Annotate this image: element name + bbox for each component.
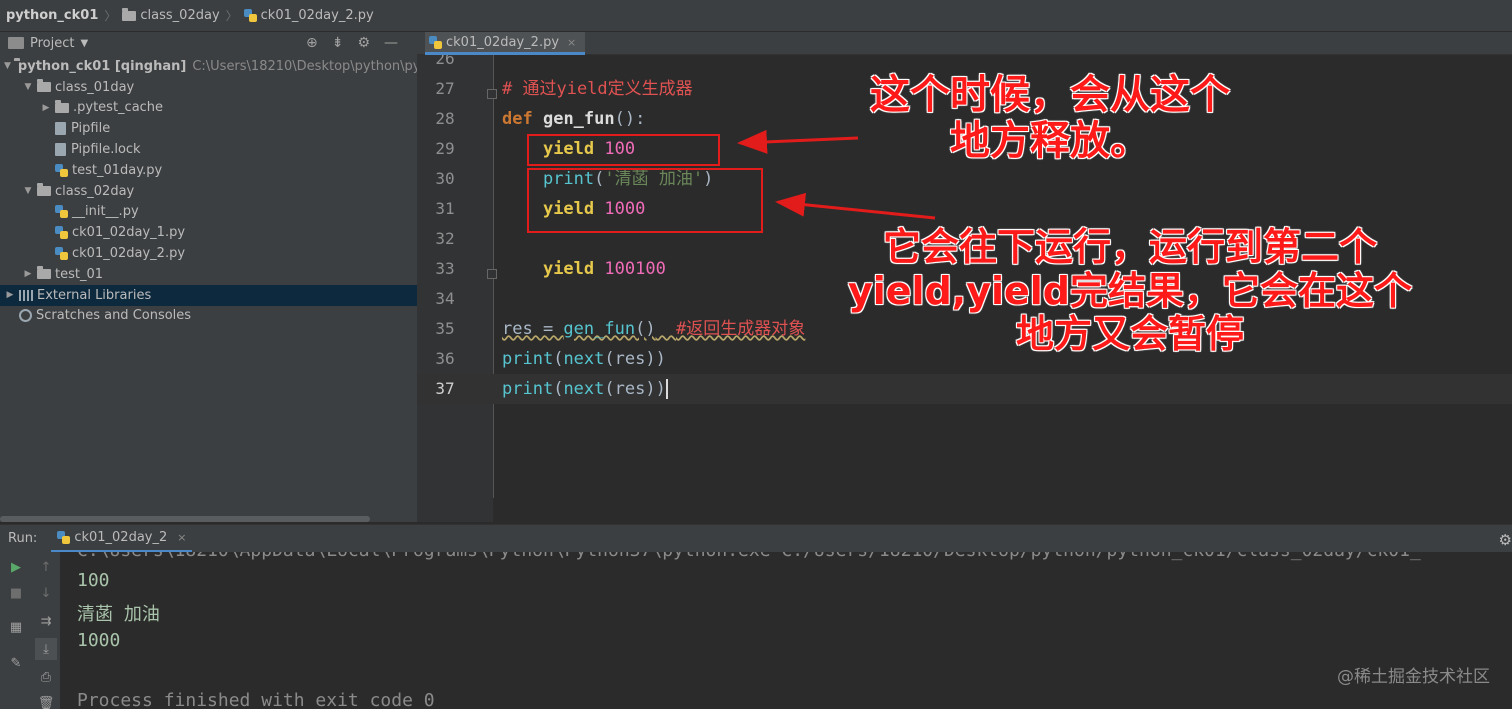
scroll-down-icon[interactable]: ↓: [35, 582, 57, 604]
close-icon[interactable]: ×: [177, 531, 186, 544]
console-line: Process finished with exit code 0: [77, 690, 435, 709]
soft-wrap-icon[interactable]: ⇉: [35, 610, 57, 632]
python-file-icon: [57, 530, 71, 544]
gear-icon[interactable]: ⚙: [1499, 531, 1512, 549]
console-line: 1000: [77, 630, 121, 651]
run-console[interactable]: @稀土掘金技术社区 C:\Users\18210\AppData\Local\P…: [60, 552, 1512, 709]
console-line: C:\Users\18210\AppData\Local\Programs\Py…: [77, 552, 1421, 561]
print-icon[interactable]: ⎙: [35, 666, 57, 688]
stop-icon[interactable]: ■: [5, 582, 27, 604]
run-tab[interactable]: ck01_02day_2 ×: [51, 525, 193, 553]
annotation-top: 这个时候，会从这个 地方释放。: [870, 72, 1230, 164]
run-toolbar: ▶ ↑ ■ ↓ ▦ ⇉ ⤓ ✎ ⎙ 🗑: [0, 552, 60, 709]
layout-icon[interactable]: ▦: [5, 616, 27, 638]
trash-icon[interactable]: 🗑: [35, 692, 57, 709]
watermark: @稀土掘金技术社区: [1337, 667, 1490, 687]
run-icon[interactable]: ▶: [5, 556, 27, 578]
console-line: 100: [77, 570, 110, 591]
run-panel-header: Run: ck01_02day_2 × ⚙: [0, 524, 1512, 553]
scroll-up-icon[interactable]: ↑: [35, 556, 57, 578]
scroll-to-end-icon[interactable]: ⤓: [35, 638, 57, 660]
annotation-bottom: 它会往下运行，运行到第二个 yield,yield完结果，它会在这个 地方又会暂…: [847, 225, 1413, 357]
pin-icon[interactable]: ✎: [5, 652, 27, 674]
run-label: Run:: [8, 531, 38, 546]
console-line: 清菡 加油: [77, 604, 160, 625]
arrow-to-yield-1000: [775, 192, 936, 220]
